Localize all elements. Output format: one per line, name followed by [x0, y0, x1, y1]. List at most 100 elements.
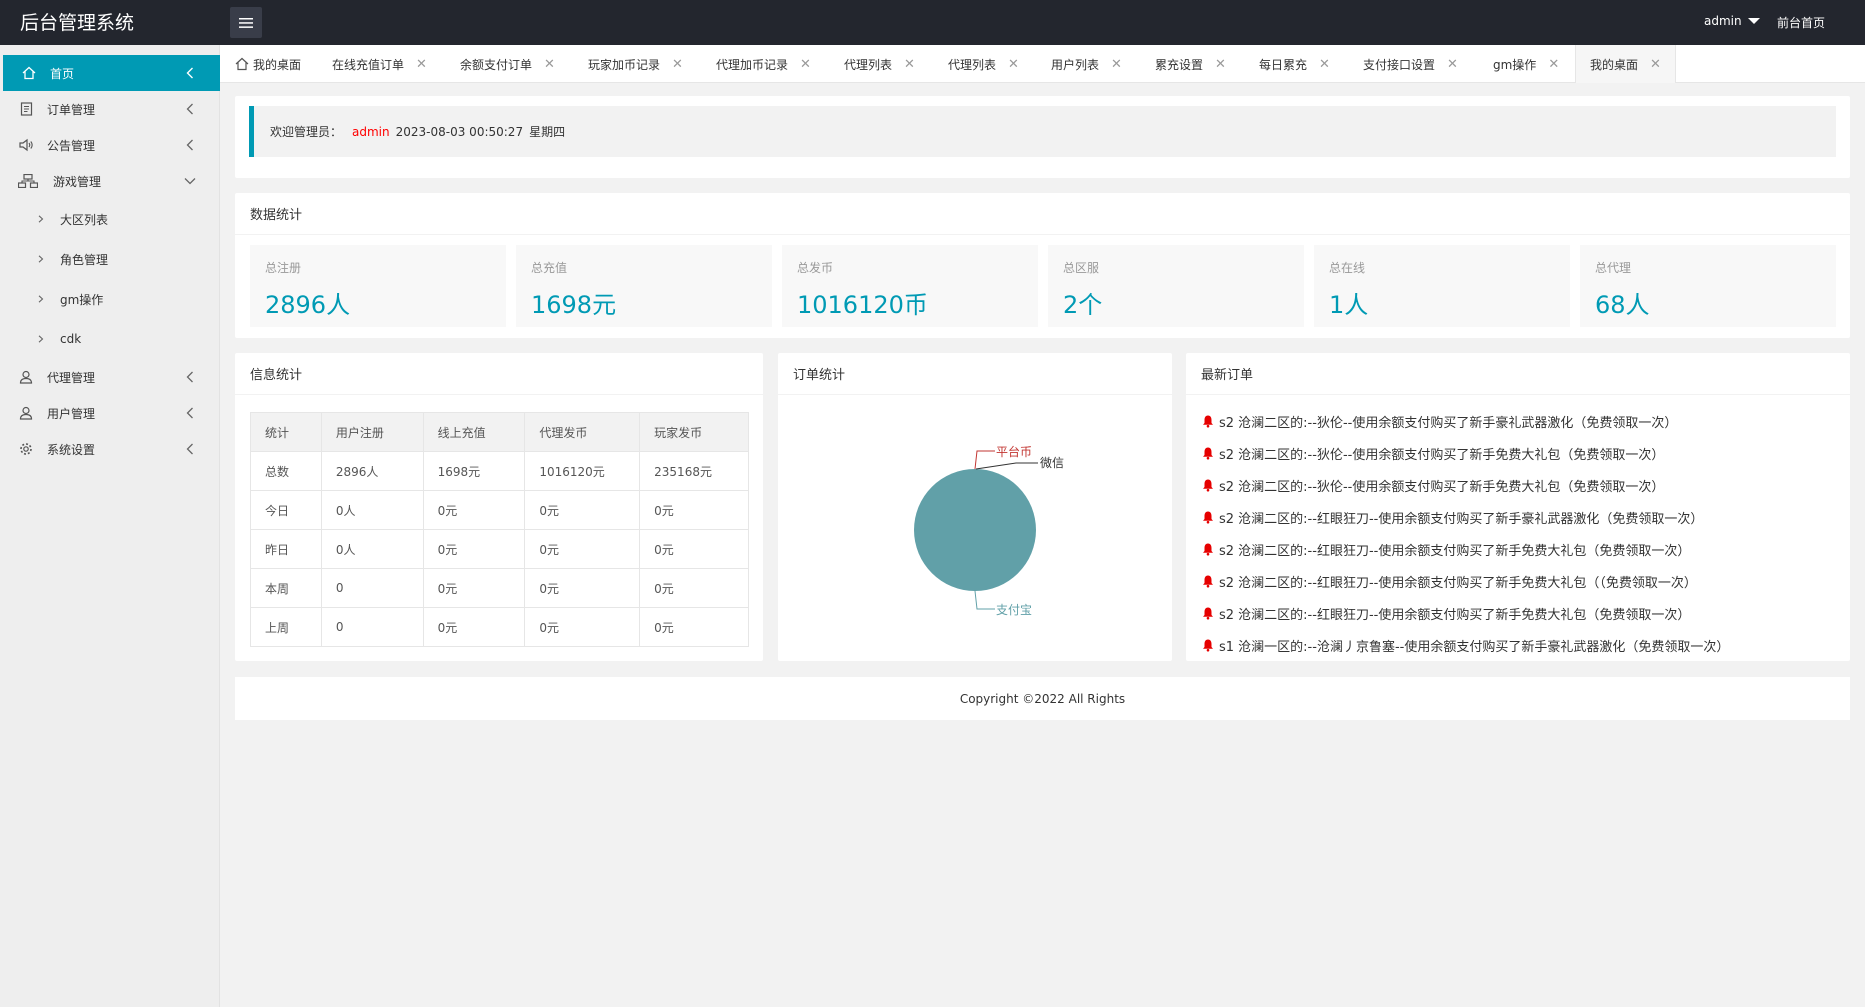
stat-total-servers: 总区服 2个: [1048, 245, 1304, 327]
gear-icon: [18, 441, 34, 457]
sidebar-item-users[interactable]: 用户管理: [0, 395, 220, 431]
stat-label: 总注册: [265, 261, 302, 275]
sidebar-item-orders[interactable]: 订单管理: [0, 91, 220, 127]
sidebar-item-label: 公告管理: [47, 138, 96, 153]
user-icon: [18, 369, 34, 385]
close-icon[interactable]: ✕: [1319, 57, 1330, 72]
order-text: s2 沧澜二区的:--红眼狂刀--使用余额支付购买了新手免费大礼包（免费领取一次…: [1219, 543, 1691, 559]
sidebar-item-home[interactable]: 首页: [3, 55, 220, 91]
card-title: 数据统计: [235, 193, 1850, 235]
sidebar-item-announcements[interactable]: 公告管理: [0, 127, 220, 163]
bell-icon: [1203, 607, 1213, 620]
order-text: s2 沧澜二区的:--红眼狂刀--使用余额支付购买了新手免费大礼包（免费领取一次…: [1219, 607, 1691, 623]
tab-label: 用户列表: [1051, 57, 1100, 72]
tab-gm-operation[interactable]: gm操作 ✕: [1493, 45, 1559, 83]
user-menu[interactable]: admin: [1704, 14, 1760, 28]
sidebar-subitem-label: 角色管理: [60, 252, 109, 267]
tab-player-coin-records[interactable]: 玩家加币记录 ✕: [588, 45, 683, 83]
bell-icon: [1203, 575, 1213, 588]
app-title: 后台管理系统: [20, 12, 135, 34]
tab-agent-list-2[interactable]: 代理列表 ✕: [948, 45, 1019, 83]
tab-label: 代理列表: [948, 57, 997, 72]
tab-label: 代理加币记录: [716, 57, 789, 72]
tab-label: 代理列表: [844, 57, 893, 72]
tab-cumulative-recharge-settings[interactable]: 累充设置 ✕: [1155, 45, 1226, 83]
sidebar-subitem-role-manage[interactable]: 角色管理: [0, 241, 220, 277]
stat-label: 总在线: [1329, 261, 1366, 275]
table-cell: 0元: [422, 490, 526, 530]
table-cell: 2896人: [320, 451, 424, 491]
close-icon[interactable]: ✕: [904, 57, 915, 72]
sidebar-item-settings[interactable]: 系统设置: [0, 431, 220, 467]
tab-label: 我的桌面: [1590, 57, 1639, 72]
tab-daily-cumulative-recharge[interactable]: 每日累充 ✕: [1259, 45, 1330, 83]
close-icon[interactable]: ✕: [416, 57, 427, 72]
welcome-bar: 欢迎管理员： admin 2023-08-03 00:50:27 星期四: [249, 106, 1836, 157]
close-icon[interactable]: ✕: [800, 57, 811, 72]
close-icon[interactable]: ✕: [1447, 57, 1458, 72]
sidebar-item-games[interactable]: 游戏管理: [0, 163, 220, 199]
sidebar-subitem-label: gm操作: [60, 292, 104, 307]
tab-balance-pay-orders[interactable]: 余额支付订单 ✕: [460, 45, 555, 83]
table-row: 上周 0 0元 0元 0元: [250, 607, 749, 647]
tab-agent-coin-records[interactable]: 代理加币记录 ✕: [716, 45, 811, 83]
welcome-weekday: 星期四: [529, 125, 566, 139]
tab-label: 在线充值订单: [332, 57, 405, 72]
info-stats-card: 信息统计 统计 用户注册 线上充值 代理发币 玩家发币 总数 2896人 169…: [235, 353, 763, 661]
table-cell: 0元: [422, 607, 526, 647]
table-cell: 0元: [524, 529, 641, 569]
table-cell: 0: [320, 607, 424, 647]
close-icon[interactable]: ✕: [1215, 57, 1226, 72]
order-text: s2 沧澜二区的:--狄伦--使用余额支付购买了新手免费大礼包（免费领取一次）: [1219, 447, 1665, 463]
close-icon[interactable]: ✕: [1548, 57, 1559, 72]
tab-my-desktop-home[interactable]: 我的桌面: [235, 45, 301, 83]
sidebar-subitem-cdk[interactable]: cdk: [0, 321, 220, 357]
list-item: s2 沧澜二区的:--狄伦--使用余额支付购买了新手免费大礼包（免费领取一次）: [1201, 469, 1841, 501]
table-cell: 昨日: [250, 529, 322, 569]
bell-icon: [1203, 639, 1213, 652]
list-item: s2 沧澜二区的:--狄伦--使用余额支付购买了新手豪礼武器激化（免费领取一次）: [1201, 405, 1841, 437]
menu-toggle-button[interactable]: [230, 7, 262, 38]
tab-label: 累充设置: [1155, 57, 1204, 72]
chevron-left-icon: [184, 67, 196, 79]
tab-my-desktop[interactable]: 我的桌面 ✕: [1575, 45, 1676, 83]
card-title: 最新订单: [1186, 353, 1850, 395]
stat-value: 2896人: [265, 291, 351, 319]
close-icon[interactable]: ✕: [1650, 57, 1661, 72]
stat-value: 1人: [1329, 291, 1369, 319]
tab-user-list[interactable]: 用户列表 ✕: [1051, 45, 1122, 83]
table-row: 昨日 0人 0元 0元 0元: [250, 529, 749, 569]
tab-online-recharge-orders[interactable]: 在线充值订单 ✕: [332, 45, 427, 83]
table-cell: 0元: [639, 529, 749, 569]
close-icon[interactable]: ✕: [1008, 57, 1019, 72]
stat-value: 1698元: [531, 291, 617, 319]
table-cell: 0元: [422, 568, 526, 608]
list-item: s2 沧澜二区的:--红眼狂刀--使用余额支付购买了新手免费大礼包（免费领取一次…: [1201, 533, 1841, 565]
column-header: 统计: [250, 412, 322, 452]
sidebar-item-agents[interactable]: 代理管理: [0, 359, 220, 395]
table-header-row: 统计 用户注册 线上充值 代理发币 玩家发币: [250, 412, 749, 452]
chevron-down-icon: [184, 175, 196, 187]
welcome-user: admin: [352, 124, 390, 139]
close-icon[interactable]: ✕: [672, 57, 683, 72]
bell-icon: [1203, 447, 1213, 460]
bell-icon: [1203, 479, 1213, 492]
close-icon[interactable]: ✕: [1111, 57, 1122, 72]
table-cell: 总数: [250, 451, 322, 491]
pie-label-platform: 平台币: [996, 444, 1032, 459]
document-icon: [18, 101, 34, 117]
close-icon[interactable]: ✕: [544, 57, 555, 72]
list-item: s2 沧澜二区的:--红眼狂刀--使用余额支付购买了新手豪礼武器激化（免费领取一…: [1201, 501, 1841, 533]
footer: Copyright ©2022 All Rights: [235, 677, 1850, 720]
sidebar-subitem-gm[interactable]: gm操作: [0, 281, 220, 317]
tab-agent-list[interactable]: 代理列表 ✕: [844, 45, 915, 83]
welcome-datetime: 2023-08-03 00:50:27: [395, 124, 524, 139]
table-cell: 0元: [639, 568, 749, 608]
front-page-link[interactable]: 前台首页: [1777, 14, 1825, 31]
sidebar-subitem-region-list[interactable]: 大区列表: [0, 201, 220, 237]
stat-total-registrations: 总注册 2896人: [250, 245, 506, 327]
tab-payment-interface-settings[interactable]: 支付接口设置 ✕: [1363, 45, 1458, 83]
stat-label: 总代理: [1595, 261, 1632, 275]
welcome-prefix: 欢迎管理员：: [270, 125, 343, 139]
tab-label: 每日累充: [1259, 57, 1308, 72]
